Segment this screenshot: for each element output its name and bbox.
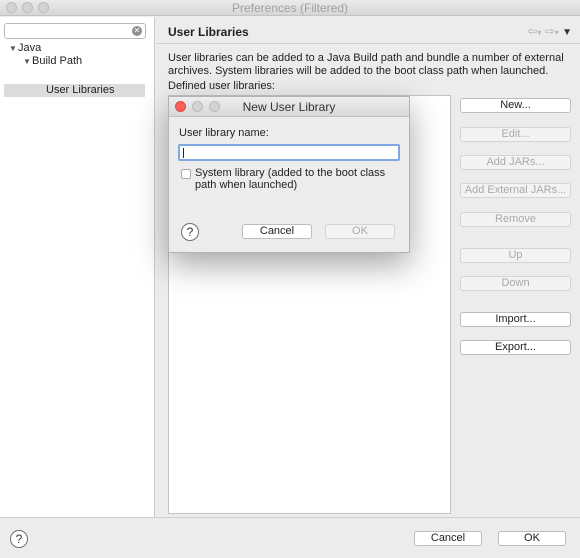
- tree-item-java[interactable]: ▼Java: [9, 42, 41, 55]
- dialog-titlebar: New User Library: [169, 97, 409, 117]
- export-button[interactable]: Export...: [460, 340, 571, 355]
- page-header: User Libraries ⇦▾ ⇨▾ ▼: [156, 17, 580, 44]
- clear-icon[interactable]: ✕: [132, 26, 142, 36]
- disclosure-triangle-icon[interactable]: ▼: [23, 55, 32, 68]
- cancel-button[interactable]: Cancel: [414, 531, 482, 546]
- help-icon[interactable]: ?: [10, 530, 28, 548]
- window-titlebar: Preferences (Filtered): [0, 0, 580, 16]
- library-name-input[interactable]: [178, 144, 400, 161]
- page-navigation: ⇦▾ ⇨▾ ▼: [527, 24, 572, 38]
- edit-button[interactable]: Edit...: [460, 127, 571, 142]
- page-description: User libraries can be added to a Java Bu…: [168, 52, 564, 77]
- window-title: Preferences (Filtered): [231, 1, 349, 15]
- back-arrow-icon[interactable]: ⇦: [527, 24, 537, 38]
- dialog-title: New User Library: [242, 100, 336, 114]
- down-button[interactable]: Down: [460, 276, 571, 291]
- page-title: User Libraries: [168, 25, 249, 39]
- preference-page: User Libraries ⇦▾ ⇨▾ ▼ User libraries ca…: [156, 17, 580, 517]
- library-name-label: User library name:: [179, 127, 269, 139]
- tree-item-label: Java: [18, 42, 42, 54]
- tree-item-build-path[interactable]: ▼Build Path: [23, 55, 82, 68]
- import-button[interactable]: Import...: [460, 312, 571, 327]
- tree-item-label: User Libraries: [46, 84, 115, 96]
- view-menu-icon[interactable]: ▼: [562, 27, 572, 38]
- forward-arrow-icon[interactable]: ⇨: [545, 24, 555, 38]
- remove-button[interactable]: Remove: [460, 212, 571, 227]
- tree-item-user-libraries[interactable]: User Libraries: [46, 84, 114, 97]
- preferences-sidebar: ✕ ▼Java ▼Build Path User Libraries: [0, 17, 155, 517]
- forward-menu-icon[interactable]: ▾: [555, 28, 559, 37]
- dialog-help-icon[interactable]: ?: [181, 223, 199, 241]
- ok-button[interactable]: OK: [498, 531, 566, 546]
- tree-item-label: Build Path: [32, 55, 83, 67]
- dialog-cancel-button[interactable]: Cancel: [242, 224, 312, 239]
- dialog-ok-button[interactable]: OK: [325, 224, 395, 239]
- filter-input[interactable]: ✕: [4, 23, 146, 39]
- system-library-checkbox[interactable]: [181, 169, 191, 179]
- defined-libraries-label: Defined user libraries:: [168, 80, 275, 92]
- add-jars-button[interactable]: Add JARs...: [460, 155, 571, 170]
- dialog-button-bar: ? Cancel OK: [0, 517, 580, 558]
- new-user-library-dialog: New User Library User library name: Syst…: [168, 96, 410, 253]
- new-button[interactable]: New...: [460, 98, 571, 113]
- back-menu-icon[interactable]: ▾: [537, 28, 541, 37]
- disclosure-triangle-icon[interactable]: ▼: [9, 42, 18, 55]
- system-library-label[interactable]: System library (added to the boot class …: [195, 167, 409, 191]
- add-external-jars-button[interactable]: Add External JARs...: [460, 183, 571, 198]
- text-caret: [183, 148, 184, 158]
- up-button[interactable]: Up: [460, 248, 571, 263]
